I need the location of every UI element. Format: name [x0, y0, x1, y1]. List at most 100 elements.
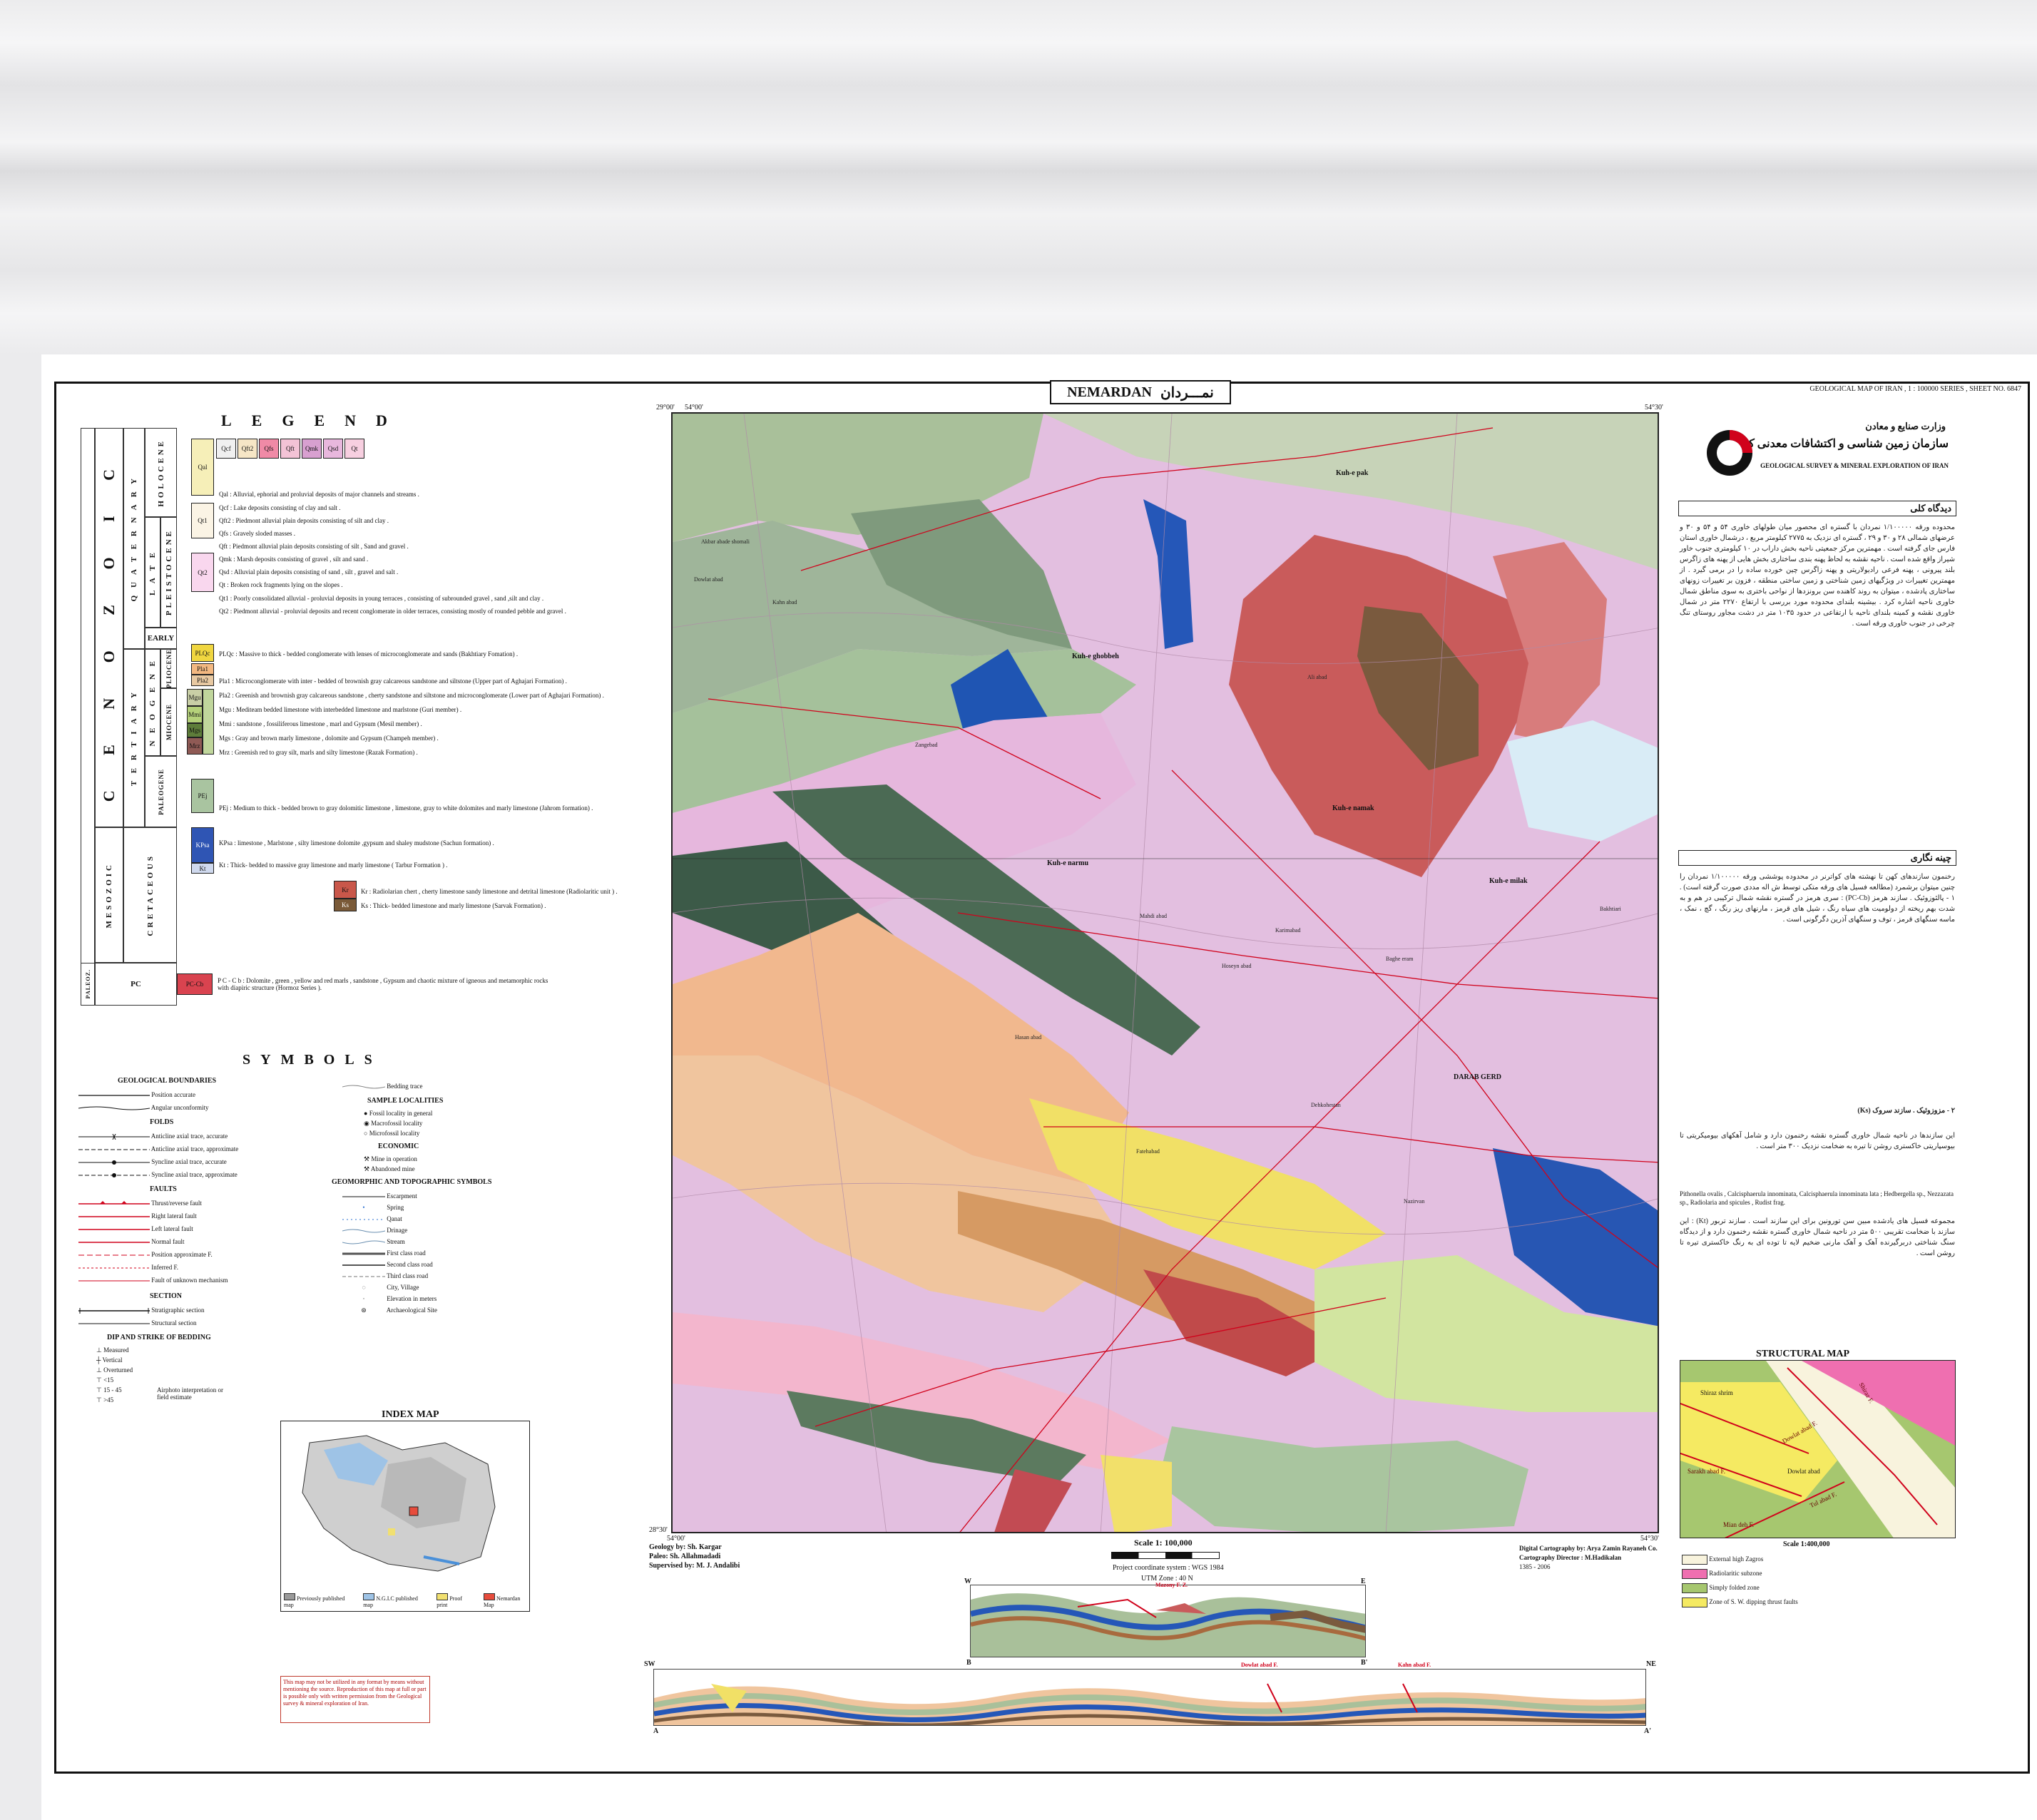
smap-label: Mian deh F.	[1723, 1521, 1755, 1528]
era-neogene: N E O G E N E	[145, 649, 160, 756]
title-en: NEMARDAN	[1067, 384, 1152, 400]
era-neogene-label: N E O G E N E	[148, 658, 157, 747]
overview-heading: دیدگاه کلی	[1678, 501, 1956, 516]
normal-fault-icon	[78, 1242, 150, 1243]
era-pleistocene: PLEISTOCENE	[160, 517, 177, 628]
sheet-title: NEMARDAN نمـــردان	[1050, 380, 1231, 404]
desc-pccb: P C - C b : Dolomite , green , yellow an…	[218, 977, 548, 991]
swatch-qfs: Qfs	[259, 439, 279, 459]
credit-line: Supervised by: M. J. Andalibi	[649, 1562, 740, 1570]
strat-section-icon	[78, 1307, 150, 1314]
structural-map-title: STRUCTURAL MAP	[1756, 1349, 1850, 1359]
road3-icon	[342, 1276, 385, 1277]
road2-icon	[342, 1264, 385, 1266]
sym-label: Drinage	[387, 1227, 408, 1234]
desc-pej: PEj : Medium to thick - bedded brown to …	[219, 804, 593, 812]
sym-row: Structural section	[78, 1319, 196, 1326]
place-label: Dowlat abad	[694, 576, 723, 583]
era-cenozoic-label: C E N O Z O I C	[100, 453, 118, 802]
geological-map-graphic	[673, 414, 1658, 1532]
swatch-qt2: Qt2	[191, 553, 214, 592]
sym-label: <15	[103, 1376, 114, 1384]
map-label: Kuh-e pak	[1336, 469, 1369, 477]
place-label: Dehkohestan	[1311, 1102, 1341, 1108]
coord-tr-lon: 54°30'	[1645, 404, 1663, 411]
swatch-qft: Qft	[280, 439, 300, 459]
swatch-qsd: Qsd	[323, 439, 343, 459]
index-map-legend: Previously published map N.G.I.C publish…	[284, 1593, 529, 1608]
era-cenozoic: C E N O Z O I C	[95, 428, 123, 827]
place-label: Nazirvan	[1404, 1198, 1425, 1205]
smap-label: Sarakh abad F.	[1688, 1468, 1726, 1475]
sym-row: ⚒ Abandoned mine	[364, 1165, 415, 1172]
era-tertiary-label: T E R T I A R Y	[130, 690, 138, 787]
era-pc-label: PC	[131, 980, 141, 988]
swatch-qt1: Qt1	[191, 503, 214, 538]
desc-pla2: Pla2 : Greenish and brownish gray calcar…	[219, 692, 604, 699]
smap-label: Dowlat abad	[1787, 1468, 1820, 1475]
place-label: Ali abad	[1307, 674, 1327, 680]
smap-key-item: External high Zagros	[1682, 1555, 1763, 1565]
desc-qal: Qal : Alluvial, ephorial and proluvial d…	[219, 491, 419, 498]
sym-label: Stratigraphic section	[151, 1307, 205, 1314]
era-paleogene: PALEOGENE	[145, 756, 177, 827]
era-mesozoic: MESOZOIC	[95, 827, 123, 963]
era-paleozoic-label: PALEOZ.	[84, 969, 91, 999]
desc-ks: Ks : Thick- bedded limestone and marly l…	[361, 902, 546, 909]
map-label: Kuh-e ghobbeh	[1072, 653, 1119, 660]
sym-row: Right lateral fault	[78, 1212, 197, 1220]
sym-head-folds: FOLDS	[150, 1118, 174, 1126]
sym-label: Overturned	[103, 1366, 133, 1374]
sym-label: Stream	[387, 1238, 405, 1245]
right-lateral-fault-icon	[78, 1216, 150, 1217]
section-be-b-prime: B'	[1361, 1659, 1368, 1667]
sym-label: Inferred F.	[151, 1264, 179, 1271]
sym-label: Left lateral fault	[151, 1225, 193, 1232]
sym-row: Syncline axial trace, accurate	[78, 1158, 227, 1165]
sym-head-geomorphic: GEOMORPHIC AND TOPOGRAPHIC SYMBOLS	[332, 1178, 492, 1186]
sym-label: Microfossil locality	[369, 1130, 420, 1137]
smap-key-label: Simply folded zone	[1709, 1584, 1760, 1592]
swatch-mrz: Mrz	[187, 737, 203, 755]
sym-label: Macrofossil locality	[371, 1120, 423, 1127]
swatch-qft2: Qft2	[238, 439, 257, 459]
place-label: Hasan abad	[1015, 1034, 1042, 1041]
smap-key-label: Zone of S. W. dipping thrust faults	[1709, 1598, 1798, 1606]
place-label: Baghe eram	[1386, 956, 1414, 962]
desc-qt1: Qt1 : Poorly consolidated alluvial - pro…	[219, 595, 544, 602]
geological-map[interactable]: Kuh-e pak Kuh-e ghobbeh Kuh-e namak Kuh-…	[671, 412, 1659, 1533]
sym-label: Anticline axial trace, approximate	[150, 1145, 239, 1152]
sym-row: Thrust/reverse fault	[78, 1200, 202, 1207]
copyright-warning: This map may not be utilized in any form…	[280, 1676, 430, 1723]
boundary-line-icon	[78, 1095, 150, 1096]
sym-row: Escarpment	[342, 1192, 417, 1200]
cross-section-be-graphic	[971, 1593, 1365, 1657]
era-tertiary: T E R T I A R Y	[123, 649, 145, 827]
desc-kt: Kt : Thick- bedded to massive gray limes…	[219, 862, 448, 869]
sym-row: ┼ Vertical	[96, 1356, 123, 1364]
credit-line: Geology by: Sh. Kargar	[649, 1543, 722, 1551]
sym-row: Position accurate	[78, 1091, 195, 1098]
era-late-label: L A T E	[148, 549, 157, 595]
sym-row: Syncline axial trace, approximate	[78, 1171, 238, 1178]
sym-label: Third class road	[387, 1272, 429, 1279]
swatch-qt: Qt	[344, 439, 364, 459]
sym-row: Bedding trace	[342, 1083, 422, 1090]
meso-text: این سازندها در ناحیه شمال خاوری گستره نق…	[1680, 1132, 1955, 1150]
sym-row: Drinage	[342, 1227, 407, 1234]
meso-heading: ۲ - مزوزوئیک . سازند سروک (Ks)	[1857, 1107, 1955, 1115]
sym-row: Second class road	[342, 1261, 433, 1268]
coord-bl-lat: 28°30'	[649, 1526, 668, 1534]
credit-line: Cartography Director : M.Hadikalan	[1519, 1554, 1622, 1561]
desc-mmi: Mmi : sandstone , fossiliferous limeston…	[219, 720, 422, 727]
sym-label: Vertical	[102, 1356, 123, 1364]
sym-label: Escarpment	[387, 1192, 417, 1200]
sym-row: Stream	[342, 1238, 405, 1245]
sym-label: Structural section	[151, 1319, 197, 1326]
structural-map-scale: Scale 1:400,000	[1783, 1540, 1830, 1548]
section-aa-left: SW	[644, 1660, 655, 1668]
sym-head-economic: ECONOMIC	[378, 1142, 419, 1150]
era-holocene: HOLOCENE	[145, 428, 177, 517]
index-map-graphic	[281, 1421, 529, 1585]
sym-row: ○ Microfossil locality	[364, 1130, 420, 1137]
